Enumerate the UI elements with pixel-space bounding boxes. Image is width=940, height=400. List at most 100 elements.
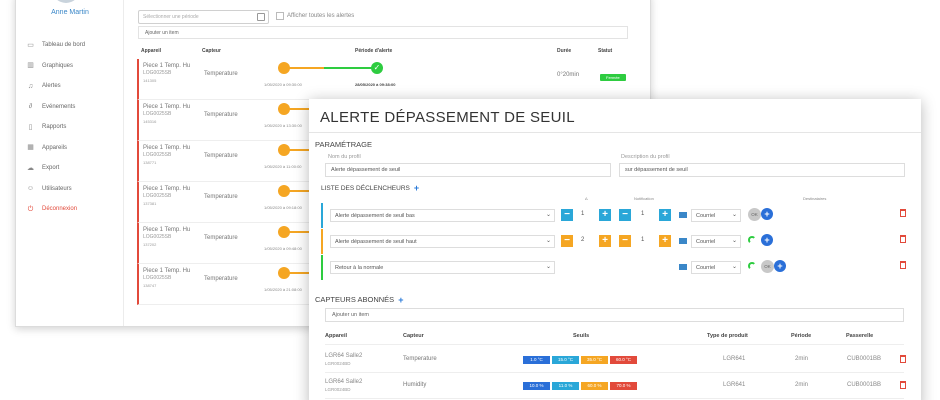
channel-value: Courriel: [696, 213, 716, 219]
column-header[interactable]: Seuils: [573, 333, 589, 339]
alert-id: 137202: [143, 242, 157, 247]
alert-start-icon[interactable]: [278, 185, 290, 197]
add-item-input[interactable]: Ajouter un item: [325, 308, 904, 322]
users-icon: ☺: [26, 185, 35, 193]
date-range-input[interactable]: Sélectionner une période: [138, 10, 269, 24]
add-item-input[interactable]: Ajouter un item: [138, 26, 628, 39]
count-value[interactable]: 2: [581, 237, 584, 243]
user-name[interactable]: Anne Martin: [16, 9, 124, 16]
column-header[interactable]: Appareil: [325, 333, 347, 339]
column-header[interactable]: Capteur: [403, 333, 424, 339]
alerts-table-header: Appareil Capteur Période d'alerte Durée …: [137, 45, 637, 57]
sidebar-item-label: Tableau de bord: [42, 42, 86, 49]
channel-select[interactable]: Courriel ⌄: [691, 261, 741, 274]
channel-select[interactable]: Courriel ⌄: [691, 235, 741, 248]
power-icon: ⏻: [27, 205, 34, 213]
channel-select[interactable]: Courriel ⌄: [691, 209, 741, 222]
product-type-cell: LGR641: [723, 382, 746, 388]
add-recipient-button[interactable]: +: [761, 234, 773, 246]
monitor-icon: ▭: [27, 41, 34, 49]
column-header[interactable]: Appareil: [141, 48, 161, 54]
avatar[interactable]: [52, 0, 80, 3]
profile-desc-input[interactable]: sur dépassement de seuil: [619, 163, 905, 177]
device-ref: LOG0025SB: [143, 111, 172, 117]
sidebar-item-users[interactable]: ☺ Utilisateurs: [26, 179, 85, 200]
device-ref: LOG0025SB: [143, 152, 172, 158]
device-cell: Piece 1 Temp. Hu LOG0025SB 138747: [143, 268, 190, 290]
checkbox[interactable]: [276, 12, 284, 20]
alert-start-icon[interactable]: [278, 62, 290, 74]
alert-start-date: 1/05/2020 à 09:30:00: [264, 82, 302, 87]
trash-icon[interactable]: [900, 381, 906, 389]
decrement-button[interactable]: −: [619, 235, 631, 247]
column-header[interactable]: Capteur: [202, 48, 221, 54]
add-recipient-button[interactable]: +: [761, 208, 773, 220]
check-icon[interactable]: ✓: [371, 62, 383, 74]
trash-icon[interactable]: [900, 209, 906, 217]
sidebar-item-logout[interactable]: ⏻ Déconnexion: [26, 199, 85, 220]
device-ref: LOG0025SB: [143, 275, 172, 281]
profile-name-input[interactable]: Alerte dépassement de seuil: [325, 163, 611, 177]
sidebar-item-dashboard[interactable]: ▭ Tableau de bord: [26, 35, 85, 56]
sidebar-item-reports[interactable]: ▯ Rapports: [26, 117, 85, 138]
sidebar-item-export[interactable]: ☁ Export: [26, 158, 85, 179]
decrement-button[interactable]: −: [561, 235, 573, 247]
sidebar-item-charts[interactable]: ▥ Graphiques: [26, 56, 85, 77]
trash-icon[interactable]: [900, 261, 906, 269]
add-sensor-icon[interactable]: +: [398, 295, 403, 304]
alert-start-date: 1/05/2020 à 09:18:00: [264, 205, 302, 210]
paperclip-icon: ∂: [28, 103, 33, 111]
divider: [309, 132, 921, 133]
sensor-cell: Temperature: [204, 71, 238, 77]
alert-start-icon[interactable]: [278, 267, 290, 279]
column-header[interactable]: Période: [791, 333, 811, 339]
status-badge: Fermée: [600, 74, 626, 81]
trigger-type-select[interactable]: Retour à la normale ⌄: [330, 261, 555, 274]
alert-start-icon[interactable]: [278, 144, 290, 156]
add-trigger-icon[interactable]: +: [414, 184, 419, 193]
trigger-row: Alerte dépassement de seuil bas ⌄ − 1 + −…: [321, 203, 911, 228]
notif-value[interactable]: 1: [641, 237, 644, 243]
table-row[interactable]: LGR64 Salle2 LGR0024BD Humidity 10.0 % 11…: [325, 373, 906, 399]
trash-icon[interactable]: [900, 235, 906, 243]
trigger-row: Alerte dépassement de seuil haut ⌄ − 2 + …: [321, 229, 911, 254]
trigger-type-select[interactable]: Alerte dépassement de seuil haut ⌄: [330, 235, 555, 248]
trash-icon[interactable]: [900, 355, 906, 363]
trigger-type-select[interactable]: Alerte dépassement de seuil bas ⌄: [330, 209, 555, 222]
device-cell: LGR64 Salle2 LGR0024BD: [325, 379, 362, 394]
thresholds-cell: 1.0 °C 15.0 °C 35.0 °C 60.0 °C: [523, 356, 639, 364]
ok-button[interactable]: OK: [748, 208, 761, 221]
notif-value[interactable]: 1: [641, 211, 644, 217]
sidebar-item-devices[interactable]: ▦ Appareils: [26, 138, 85, 159]
calendar-icon[interactable]: [257, 13, 265, 21]
add-recipient-button[interactable]: +: [774, 260, 786, 272]
increment-button[interactable]: +: [599, 209, 611, 221]
increment-button[interactable]: +: [659, 235, 671, 247]
column-header[interactable]: Passerelle: [846, 333, 873, 339]
alert-start-icon[interactable]: [278, 103, 290, 115]
channel-value: Courriel: [696, 265, 716, 271]
column-header: Destinataires: [803, 196, 827, 201]
chevron-down-icon: ⌄: [545, 238, 551, 244]
decrement-button[interactable]: −: [619, 209, 631, 221]
ok-button[interactable]: OK: [761, 260, 774, 273]
device-cell: LGR64 Salle2 LGR0024BD: [325, 353, 362, 368]
table-row[interactable]: LGR64 Salle2 LGR0024BD Temperature 1.0 °C…: [325, 347, 906, 373]
increment-button[interactable]: +: [659, 209, 671, 221]
column-header[interactable]: Statut: [598, 48, 612, 54]
decrement-button[interactable]: −: [561, 209, 573, 221]
count-value[interactable]: 1: [581, 211, 584, 217]
triggers-title-text: LISTE DES DÉCLENCHEURS: [321, 184, 410, 192]
increment-button[interactable]: +: [599, 235, 611, 247]
period-cell: 2min: [795, 382, 809, 388]
alert-start-icon[interactable]: [278, 226, 290, 238]
table-row[interactable]: Piece 1 Temp. Hu LOG0025SB 141305 Temperat…: [137, 59, 647, 100]
sidebar-item-events[interactable]: ∂ Evénements: [26, 97, 85, 118]
column-header[interactable]: Type de produit: [707, 333, 748, 339]
modal-title: ALERTE DÉPASSEMENT DE SEUIL: [320, 109, 575, 126]
threshold-chip: 11.0 %: [552, 382, 579, 390]
column-header[interactable]: Durée: [557, 48, 571, 54]
show-all-alerts-toggle[interactable]: Afficher toutes les alertes: [276, 12, 354, 20]
column-header[interactable]: Période d'alerte: [355, 48, 392, 54]
sidebar-item-alerts[interactable]: ♫ Alertes: [26, 76, 85, 97]
